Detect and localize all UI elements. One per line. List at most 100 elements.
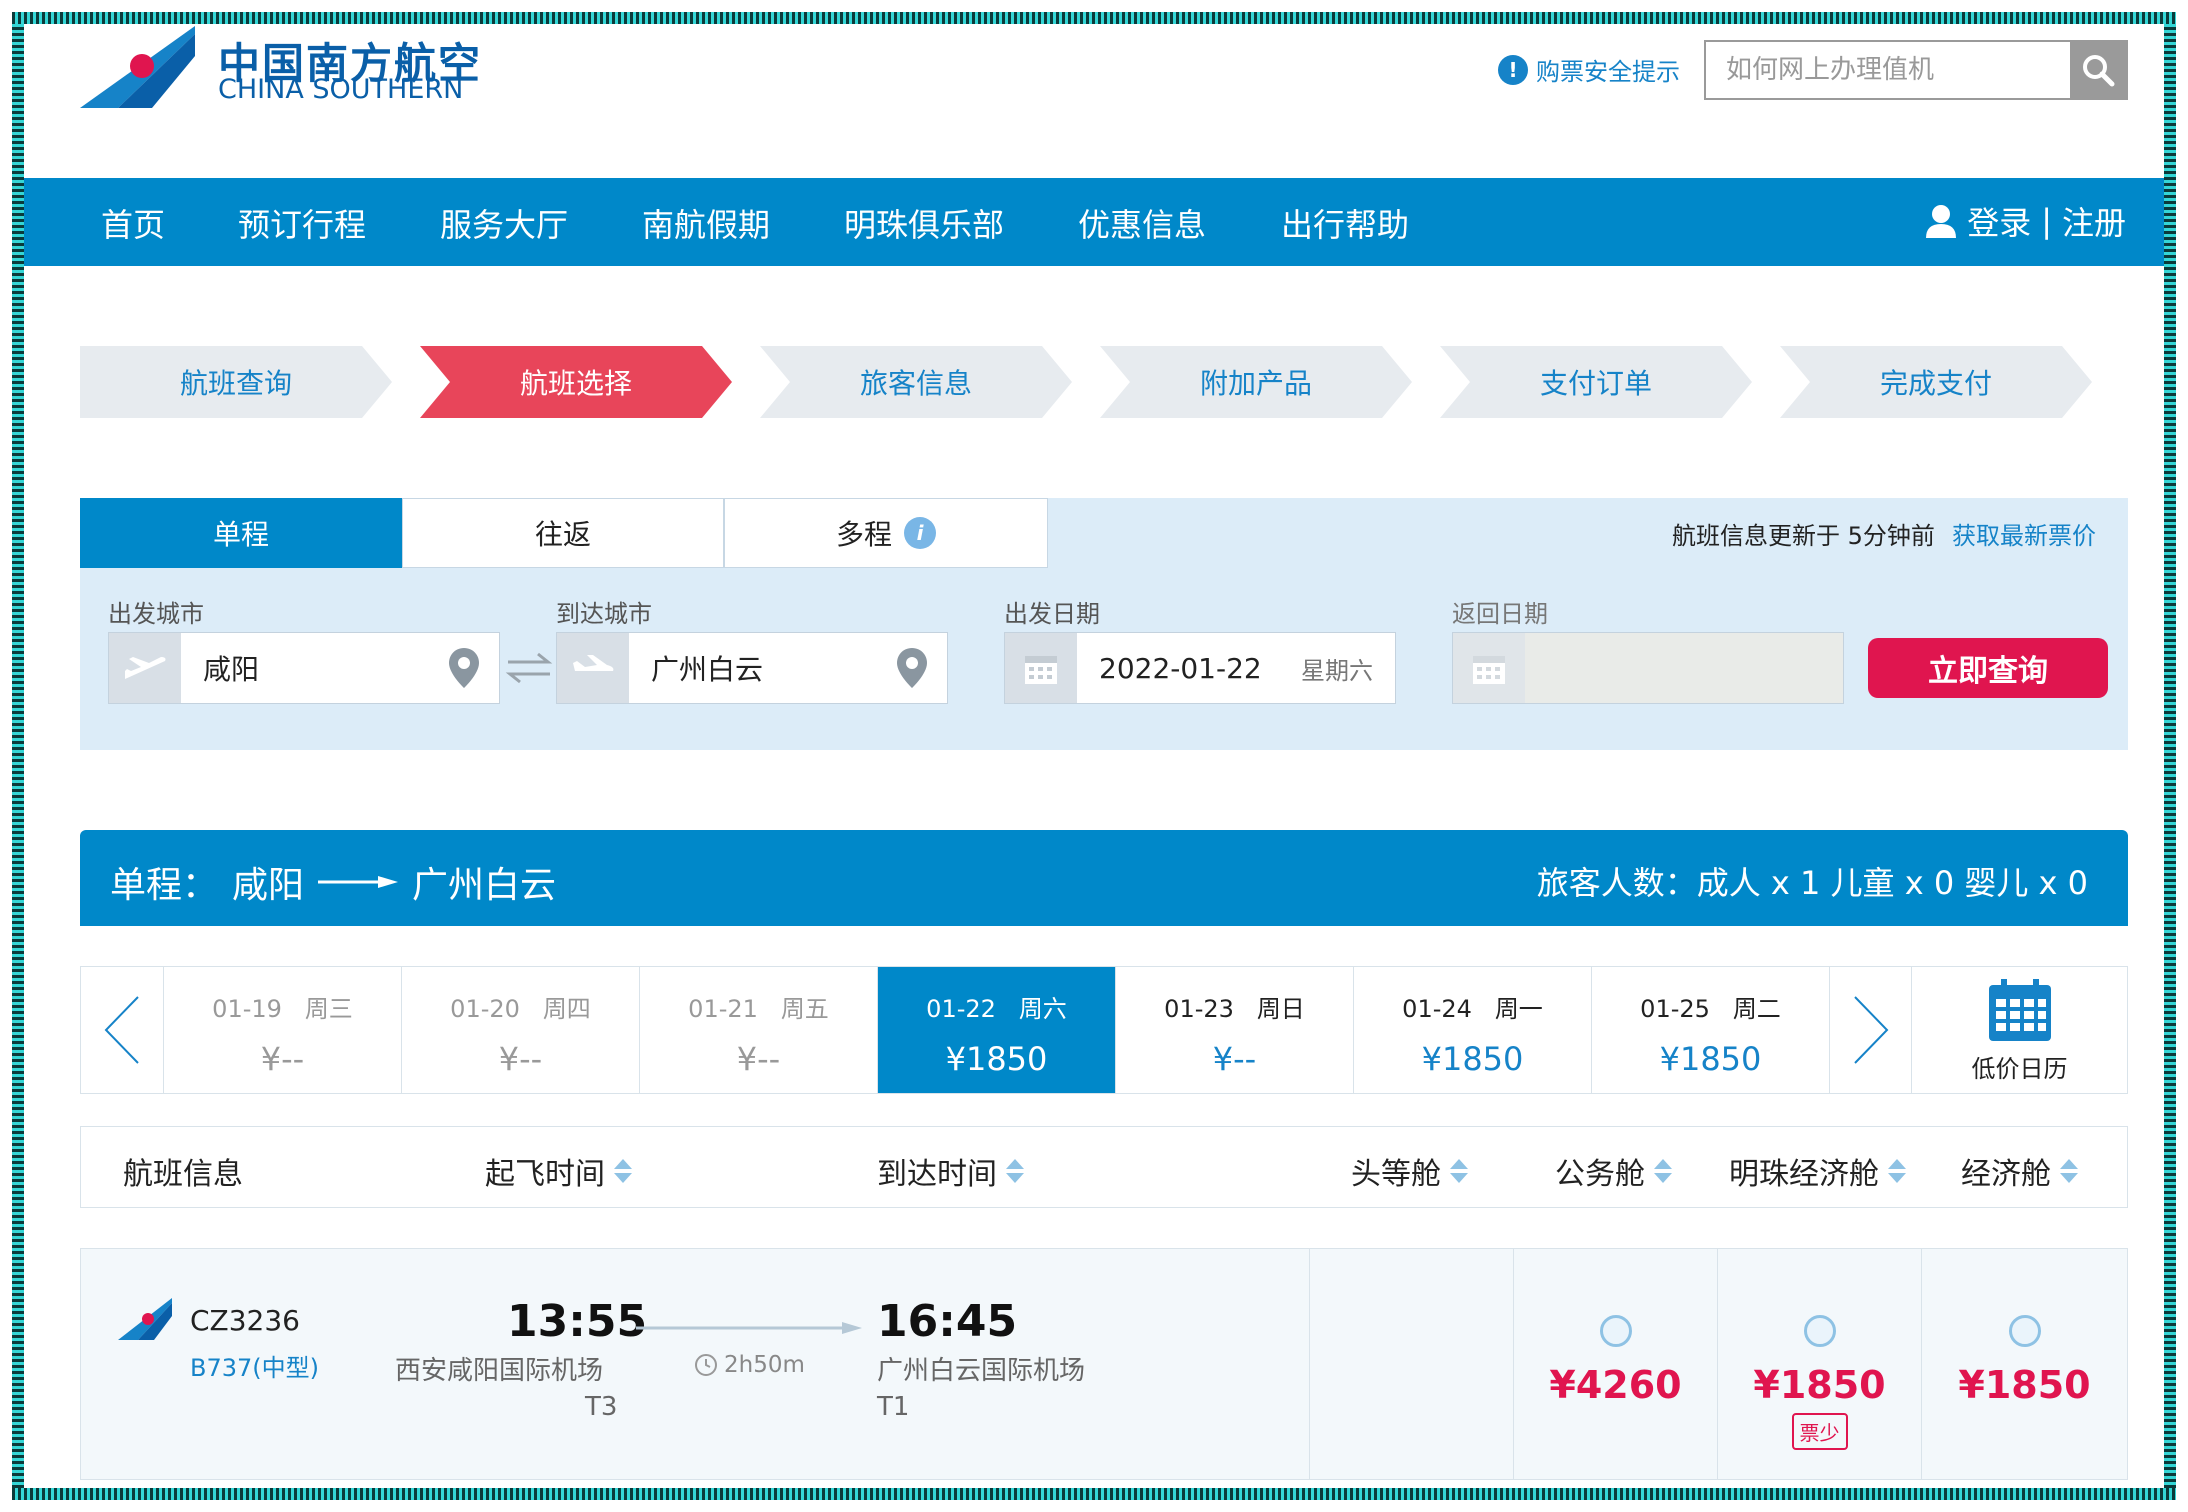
- return-date-field[interactable]: [1452, 632, 1844, 704]
- nav-separator: |: [2041, 202, 2052, 240]
- aircraft-type[interactable]: B737(中型): [190, 1348, 319, 1383]
- takeoff-icon: [109, 633, 181, 703]
- step-search: 航班查询: [80, 346, 392, 418]
- nav-item-help[interactable]: 出行帮助: [1281, 200, 1409, 246]
- date-cell-date: 01-22: [926, 995, 996, 1023]
- nav-item-pearl-club[interactable]: 明珠俱乐部: [844, 200, 1004, 246]
- cabin-pearl-economy-cell[interactable]: ¥1850 票少: [1717, 1249, 1921, 1479]
- main-nav: 首页 预订行程 服务大厅 南航假期 明珠俱乐部 优惠信息 出行帮助 登录 | 注…: [12, 178, 2176, 266]
- nav-item-service[interactable]: 服务大厅: [440, 200, 568, 246]
- nav-item-holiday[interactable]: 南航假期: [642, 200, 770, 246]
- fare-radio[interactable]: [1803, 1315, 1836, 1347]
- search-flights-button[interactable]: 立即查询: [1868, 638, 2108, 698]
- date-cell[interactable]: 01-25 周二 ¥1850: [1591, 967, 1829, 1093]
- user-account: 登录 | 注册: [1925, 198, 2126, 244]
- col-economy-label: 经济舱: [1961, 1157, 2051, 1192]
- date-cell[interactable]: 01-21 周五 ¥--: [639, 967, 877, 1093]
- depart-date-value: 2022-01-22: [1099, 651, 1262, 685]
- refresh-price-link[interactable]: 获取最新票价: [1952, 516, 2096, 551]
- arrive-city-field[interactable]: 广州白云: [556, 632, 948, 704]
- fare-price: ¥4260: [1549, 1363, 1682, 1407]
- route-to: 广州白云: [412, 865, 557, 906]
- col-depart-time-label: 起飞时间: [485, 1157, 605, 1192]
- tab-multi-city-label: 多程: [835, 518, 892, 551]
- date-cell-date: 01-20: [450, 995, 520, 1023]
- date-cell-date: 01-24: [1402, 995, 1472, 1023]
- date-cell-selected[interactable]: 01-22 周六 ¥1850: [877, 967, 1115, 1093]
- date-cell-price: ¥--: [260, 1040, 305, 1078]
- step-label: 旅客信息: [859, 367, 972, 400]
- flight-number[interactable]: CZ3236: [190, 1304, 300, 1337]
- date-cell[interactable]: 01-19 周三 ¥--: [163, 967, 401, 1093]
- swap-cities-icon[interactable]: [504, 650, 554, 686]
- cabin-business-cell[interactable]: ¥4260: [1513, 1249, 1717, 1479]
- date-cell-date: 01-21: [688, 995, 758, 1023]
- depart-city-field[interactable]: 咸阳: [108, 632, 500, 704]
- prev-dates-button[interactable]: [81, 967, 163, 1093]
- user-icon: [1926, 205, 1957, 238]
- date-cell[interactable]: 01-23 周日 ¥--: [1115, 967, 1353, 1093]
- col-economy[interactable]: 经济舱: [1961, 1149, 2079, 1193]
- search-button[interactable]: [2070, 42, 2126, 98]
- location-pin-icon[interactable]: [895, 646, 929, 690]
- safety-tip-link[interactable]: ! 购票安全提示: [1498, 52, 1680, 87]
- date-cell-weekday: 周五: [780, 995, 829, 1023]
- col-first-class[interactable]: 头等舱: [1351, 1149, 1469, 1193]
- fare-price: ¥1850: [1958, 1363, 2091, 1407]
- update-notice: 航班信息更新于 5分钟前: [1672, 522, 1935, 550]
- next-dates-button[interactable]: [1829, 967, 1911, 1093]
- date-strip: 01-19 周三 ¥-- 01-20 周四 ¥-- 01-21 周五 ¥-- 0…: [80, 966, 2128, 1094]
- step-payment: 支付订单: [1440, 346, 1752, 418]
- date-cell-date: 01-25: [1640, 995, 1710, 1023]
- date-cell-weekday: 周四: [542, 995, 591, 1023]
- col-pearl-economy[interactable]: 明珠经济舱: [1729, 1149, 1907, 1193]
- depart-time: 13:55: [507, 1296, 648, 1347]
- col-arrive-time[interactable]: 到达时间: [877, 1149, 1025, 1193]
- tab-multi-city[interactable]: 多程 i: [724, 498, 1048, 568]
- return-date-label: 返回日期: [1452, 600, 1548, 628]
- step-label: 航班选择: [519, 367, 632, 400]
- depart-date-field[interactable]: 2022-01-22 星期六: [1004, 632, 1396, 704]
- china-southern-logo-icon[interactable]: [80, 26, 195, 108]
- low-price-calendar-button[interactable]: 低价日历: [1911, 967, 2127, 1093]
- tab-one-way[interactable]: 单程: [80, 498, 402, 568]
- nav-item-booking[interactable]: 预订行程: [238, 200, 366, 246]
- flight-duration: 2h50m: [694, 1352, 805, 1378]
- nav-item-home[interactable]: 首页: [101, 200, 165, 246]
- login-link[interactable]: 登录: [1967, 198, 2031, 244]
- search-icon: [2083, 55, 2115, 87]
- col-flight-info: 航班信息: [123, 1157, 243, 1192]
- col-business-class[interactable]: 公务舱: [1555, 1149, 1673, 1193]
- date-cell-weekday: 周日: [1256, 995, 1305, 1023]
- register-link[interactable]: 注册: [2062, 198, 2126, 244]
- depart-city-label: 出发城市: [108, 600, 204, 628]
- location-pin-icon[interactable]: [447, 646, 481, 690]
- arrive-city-label: 到达城市: [556, 600, 652, 628]
- info-icon[interactable]: i: [904, 517, 936, 549]
- date-cell-weekday: 周六: [1018, 995, 1067, 1023]
- flight-table-header: 航班信息 起飞时间 到达时间 头等舱 公务舱 明珠经济舱 经济舱: [80, 1126, 2128, 1208]
- arrive-airport: 广州白云国际机场: [877, 1356, 1086, 1386]
- route-summary: 单程： 咸阳 广州白云: [110, 856, 556, 908]
- nav-item-deals[interactable]: 优惠信息: [1078, 200, 1206, 246]
- calendar-icon: [1005, 633, 1077, 703]
- sort-icon: [2060, 1159, 2078, 1183]
- date-cell-price: ¥--: [1212, 1040, 1257, 1078]
- fare-price: ¥1850: [1753, 1363, 1886, 1407]
- step-select-flight: 航班选择: [420, 346, 732, 418]
- date-cell[interactable]: 01-20 周四 ¥--: [401, 967, 639, 1093]
- trip-type-prefix: 单程：: [110, 865, 219, 906]
- date-cell[interactable]: 01-24 周一 ¥1850: [1353, 967, 1591, 1093]
- date-cell-price: ¥1850: [945, 1040, 1048, 1078]
- tab-round-trip[interactable]: 往返: [402, 498, 724, 568]
- chevron-right-icon: [1853, 996, 1888, 1064]
- fare-radio[interactable]: [2008, 1315, 2041, 1347]
- col-business-class-label: 公务舱: [1555, 1157, 1645, 1192]
- cabin-economy-cell[interactable]: ¥1850: [1921, 1249, 2127, 1479]
- low-price-calendar-label: 低价日历: [1971, 1054, 2068, 1083]
- search-input[interactable]: [1706, 42, 2070, 98]
- col-depart-time[interactable]: 起飞时间: [485, 1149, 633, 1193]
- fare-radio[interactable]: [1599, 1315, 1632, 1347]
- landing-icon: [557, 633, 629, 703]
- flight-row: ¥4260 ¥1850 票少 ¥1850: [80, 1248, 2128, 1480]
